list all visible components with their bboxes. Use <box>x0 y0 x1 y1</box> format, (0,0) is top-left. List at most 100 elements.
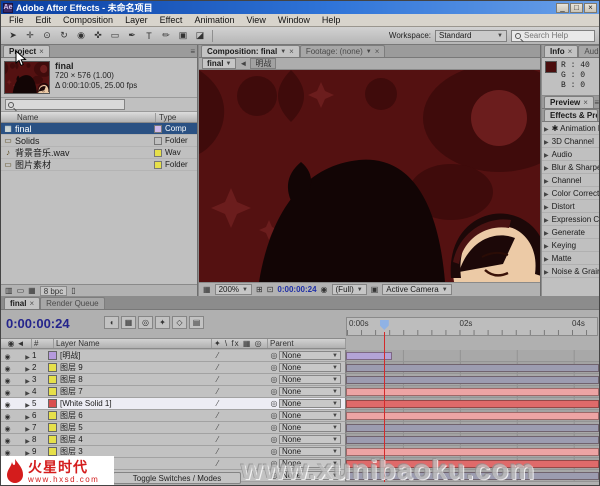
layer-color-swatch[interactable] <box>48 411 57 420</box>
tab-composition-final[interactable]: Composition: final ▼ × <box>201 45 300 57</box>
timeline-layer-row[interactable]: 3 图层 8 None ▼ <box>1 374 599 386</box>
timeline-layer-row[interactable]: 5 [White Solid 1] None ▼ <box>1 398 599 410</box>
effects-category-row[interactable]: Color Correction <box>542 187 600 200</box>
expand-arrow-icon[interactable] <box>23 447 32 457</box>
close-icon[interactable]: × <box>289 47 294 56</box>
visibility-eye-icon[interactable] <box>1 399 14 409</box>
time-ruler[interactable]: 0:00s 02s 04s <box>346 317 598 336</box>
close-icon[interactable]: × <box>583 98 588 107</box>
effects-category-row[interactable]: Distort <box>542 200 600 213</box>
rotation-tool[interactable]: ↻ <box>56 29 72 43</box>
layer-name[interactable]: [White Solid 1] <box>60 399 217 408</box>
timeline-layer-row[interactable]: 7 图层 5 None ▼ <box>1 422 599 434</box>
layer-track[interactable] <box>346 374 599 386</box>
expand-arrow-icon[interactable] <box>544 228 549 237</box>
camera-select[interactable]: Active Camera▼ <box>382 284 451 295</box>
layer-color-swatch[interactable] <box>48 435 57 444</box>
expand-arrow-icon[interactable] <box>544 241 549 250</box>
expand-arrow-icon[interactable] <box>544 163 549 172</box>
layer-switches[interactable] <box>217 411 269 420</box>
effects-category-row[interactable]: Keying <box>542 239 600 252</box>
type-tool[interactable]: T <box>141 29 157 43</box>
layer-switches[interactable] <box>217 363 269 372</box>
visibility-eye-icon[interactable] <box>1 435 14 445</box>
layer-switches[interactable] <box>217 435 269 444</box>
pickwhip-icon[interactable] <box>269 411 279 420</box>
safe-zones-icon[interactable]: ⊞ <box>256 285 263 294</box>
always-preview-icon[interactable]: ▦ <box>203 285 211 294</box>
close-icon[interactable]: × <box>568 47 573 56</box>
viewer-tab-final[interactable]: final ▼ <box>202 58 236 69</box>
expand-arrow-icon[interactable] <box>544 137 549 146</box>
layer-color-swatch[interactable] <box>48 387 57 396</box>
effects-category-row[interactable]: ✱ Animation Pres <box>542 122 600 135</box>
parent-select[interactable]: None ▼ <box>279 387 341 396</box>
visibility-eye-icon[interactable] <box>1 411 14 421</box>
layer-color-swatch[interactable] <box>48 351 57 360</box>
minimize-button[interactable]: _ <box>556 3 569 13</box>
pan-behind-tool[interactable]: ✜ <box>90 29 106 43</box>
visibility-eye-icon[interactable] <box>1 423 14 433</box>
tab-info[interactable]: Info× <box>544 45 578 57</box>
auto-keyframe-toggle[interactable]: ◇ <box>172 316 187 329</box>
effects-category-row[interactable]: Audio <box>542 148 600 161</box>
bit-depth-button[interactable]: 8 bpc <box>40 286 68 296</box>
layer-duration-bar[interactable] <box>346 412 599 420</box>
snapshot-icon[interactable]: ⊡ <box>267 285 274 294</box>
expand-arrow-icon[interactable] <box>544 254 549 263</box>
layer-track[interactable] <box>346 398 599 410</box>
maximize-button[interactable]: □ <box>570 3 583 13</box>
column-type[interactable]: Type <box>155 113 197 122</box>
item-name[interactable]: final <box>15 124 154 134</box>
new-composition-icon[interactable]: ▦ <box>28 286 36 295</box>
delete-icon[interactable]: ▯ <box>71 286 75 295</box>
visibility-eye-icon[interactable] <box>1 447 14 457</box>
parent-select[interactable]: None ▼ <box>279 375 341 384</box>
timeline-layer-row[interactable]: 1 [明战] None ▼ <box>1 350 599 362</box>
composition-viewport-image[interactable] <box>199 70 540 282</box>
label-color-swatch[interactable] <box>154 161 162 169</box>
parent-select[interactable]: None ▼ <box>279 435 341 444</box>
current-timecode[interactable]: 0:00:00:24 <box>6 316 70 331</box>
expand-arrow-icon[interactable] <box>544 202 549 211</box>
menu-item[interactable]: Animation <box>188 15 240 25</box>
layer-switches[interactable] <box>217 351 269 360</box>
brush-tool[interactable]: ✏ <box>158 29 174 43</box>
layer-name[interactable]: 图层 8 <box>60 374 217 385</box>
menu-item[interactable]: Window <box>272 15 316 25</box>
timeline-layer-row[interactable]: 8 图层 4 None ▼ <box>1 434 599 446</box>
timeline-layer-row[interactable]: 6 图层 6 None ▼ <box>1 410 599 422</box>
viewer-timecode[interactable]: 0:00:00:24 <box>277 285 316 294</box>
expand-arrow-icon[interactable] <box>23 363 32 373</box>
motion-blur-toggle[interactable]: ◎ <box>138 316 153 329</box>
menu-item[interactable]: Effect <box>154 15 189 25</box>
expand-arrow-icon[interactable] <box>23 435 32 445</box>
layer-name[interactable]: [明战] <box>60 350 217 361</box>
layer-track[interactable] <box>346 350 599 362</box>
layer-duration-bar[interactable] <box>346 388 599 396</box>
tab-effects-presets[interactable]: Effects & Presets <box>544 109 598 121</box>
expand-arrow-icon[interactable] <box>23 351 32 361</box>
layer-name[interactable]: 图层 6 <box>60 410 217 421</box>
layer-name[interactable]: 图层 5 <box>60 422 217 433</box>
expand-arrow-icon[interactable] <box>23 411 32 421</box>
layer-name[interactable]: 图层 7 <box>60 386 217 397</box>
label-color-swatch[interactable] <box>154 137 162 145</box>
effects-category-row[interactable]: 3D Channel <box>542 135 600 148</box>
viewer-tab-mingzhan[interactable]: 明战 <box>250 58 276 69</box>
expand-arrow-icon[interactable] <box>544 176 549 185</box>
expand-arrow-icon[interactable] <box>544 215 549 224</box>
shy-toggle[interactable]: ◖ <box>104 316 119 329</box>
visibility-eye-icon[interactable] <box>1 351 14 361</box>
new-folder-icon[interactable]: ▭ <box>17 286 25 295</box>
menu-item[interactable]: Help <box>316 15 347 25</box>
menu-item[interactable]: View <box>240 15 271 25</box>
layer-track[interactable] <box>346 410 599 422</box>
layer-duration-bar[interactable] <box>346 436 599 444</box>
project-row[interactable]: ▦ final Comp <box>1 123 197 135</box>
close-icon[interactable]: × <box>39 47 44 56</box>
expand-arrow-icon[interactable] <box>544 124 549 133</box>
layer-name[interactable]: 图层 4 <box>60 434 217 445</box>
expand-arrow-icon[interactable] <box>544 150 549 159</box>
tab-audio[interactable]: Audio <box>578 45 600 57</box>
